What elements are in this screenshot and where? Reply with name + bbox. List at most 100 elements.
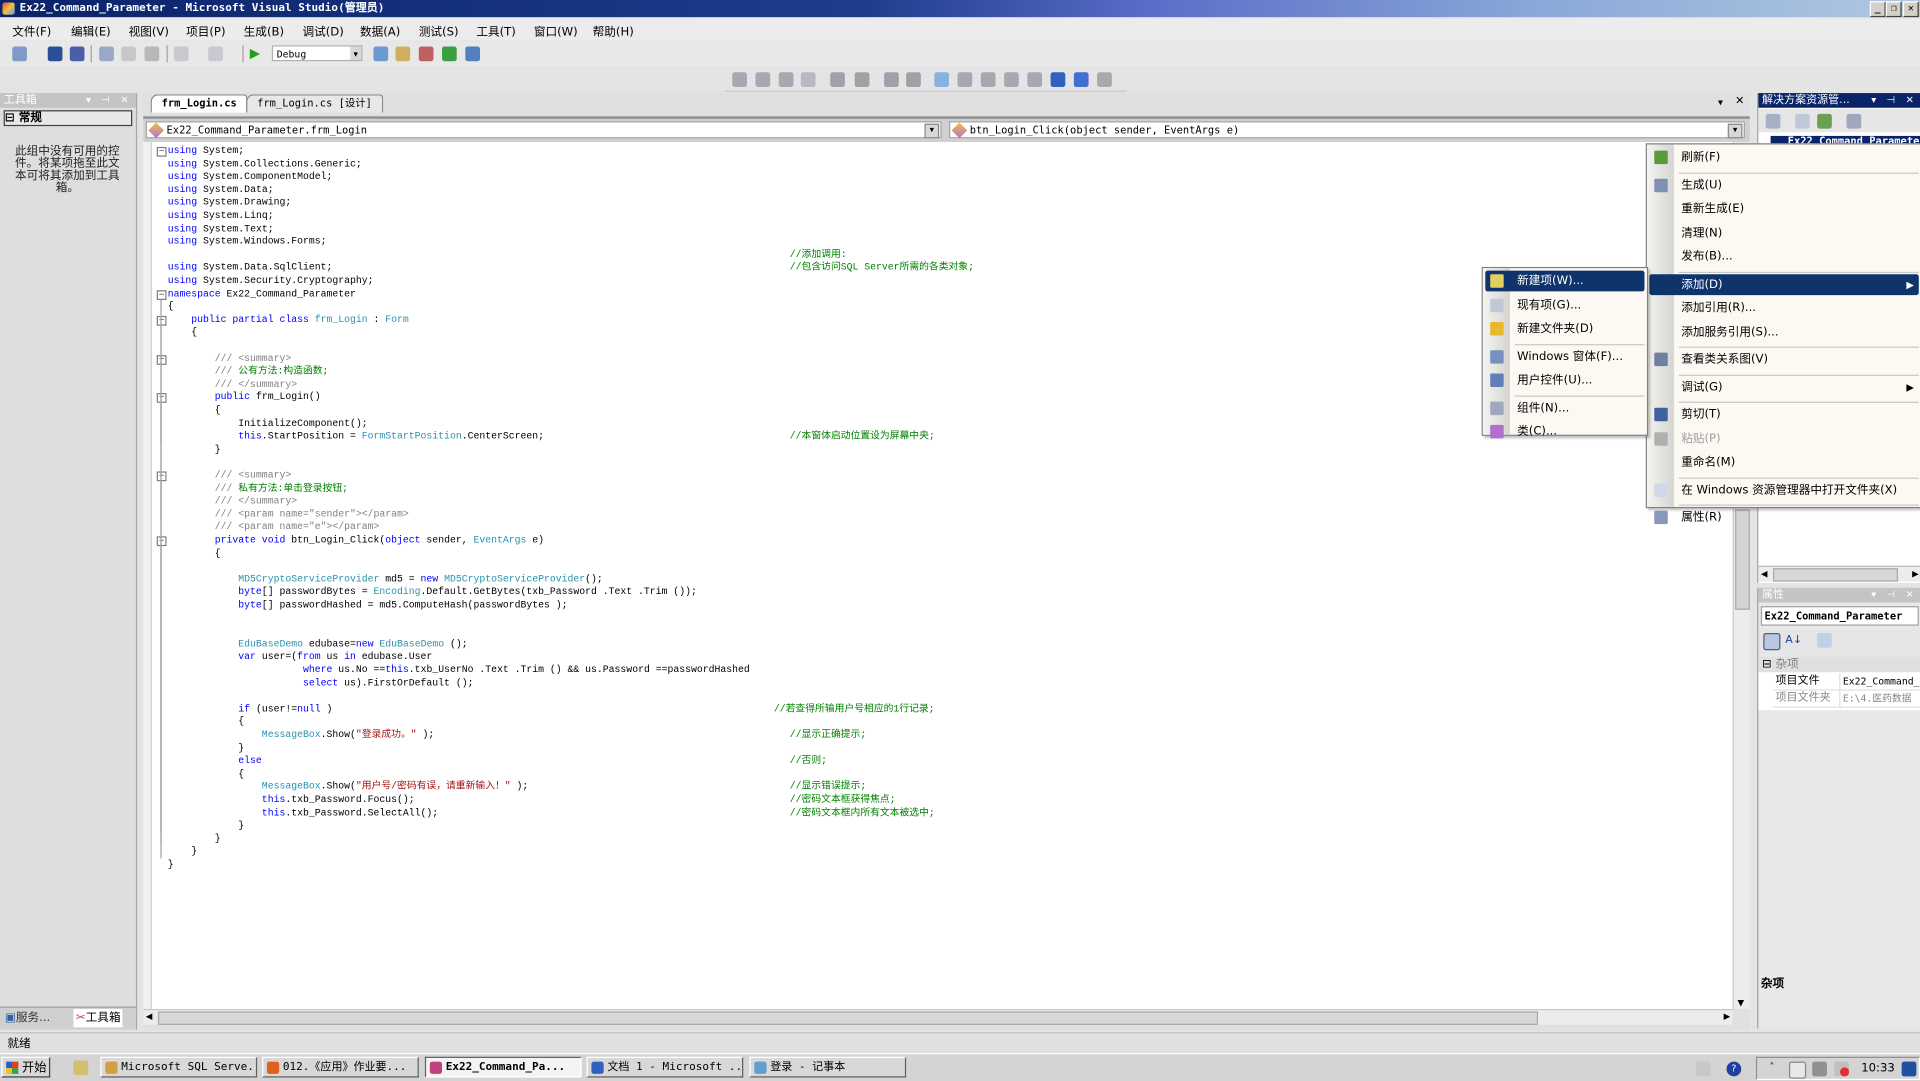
- menu-item[interactable]: 发布(B)...: [1649, 246, 1918, 267]
- show-desktop-icon[interactable]: [73, 1060, 89, 1076]
- categorized-icon[interactable]: [1763, 633, 1781, 651]
- copy-icon[interactable]: [121, 46, 136, 62]
- member-combo[interactable]: btn_Login_Click(object sender, EventArgs…: [948, 121, 1745, 139]
- menu-item[interactable]: 新建文件夹(D): [1485, 318, 1644, 339]
- properties-window-icon[interactable]: [395, 46, 411, 62]
- restore-button[interactable]: ❐: [1885, 1, 1902, 18]
- property-row[interactable]: 项目文件 Ex22_Command_Parameter.csproj: [1773, 673, 1920, 691]
- object-browser-icon[interactable]: [442, 46, 457, 62]
- outdent-icon[interactable]: [830, 72, 845, 87]
- menu-file[interactable]: 文件(F): [12, 22, 51, 39]
- horizontal-scroll-thumb[interactable]: [157, 1011, 1538, 1025]
- menu-item[interactable]: Windows 窗体(F)...: [1485, 346, 1644, 367]
- scroll-thumb[interactable]: [1773, 568, 1898, 582]
- menu-item[interactable]: 重新生成(E): [1649, 198, 1918, 219]
- start-button[interactable]: 开始: [1, 1056, 51, 1078]
- toolbox-icon[interactable]: [418, 46, 434, 62]
- member-list-icon[interactable]: [732, 72, 747, 87]
- taskbar-button[interactable]: 012.《应用》作业要...: [262, 1056, 419, 1078]
- menu-item[interactable]: 重命名(M): [1649, 452, 1918, 473]
- taskbar-button[interactable]: 文档 1 - Microsoft ...: [586, 1056, 744, 1078]
- paste-icon[interactable]: [144, 46, 160, 62]
- minimize-button[interactable]: _: [1869, 1, 1886, 18]
- complete-word-icon[interactable]: [800, 72, 816, 87]
- properties-icon[interactable]: [1765, 113, 1781, 129]
- tab-toolbox[interactable]: ✂工具箱: [73, 1008, 124, 1028]
- tab-frm-login-cs[interactable]: frm_Login.cs: [150, 94, 248, 113]
- solution-horizontal-scrollbar[interactable]: ◀ ▶: [1758, 565, 1920, 582]
- panel-controls-icon[interactable]: ▾ ⊣ ✕: [1871, 588, 1917, 603]
- previous-bookmark-folder-icon[interactable]: [1004, 72, 1019, 87]
- panel-controls-icon[interactable]: ▾ ⊣ ✕: [86, 93, 132, 108]
- next-bookmark-folder-icon[interactable]: [1027, 72, 1043, 87]
- undo-icon[interactable]: [173, 46, 189, 62]
- menu-debug[interactable]: 调试(D): [302, 22, 343, 39]
- menu-item[interactable]: 在 Windows 资源管理器中打开文件夹(X): [1649, 479, 1918, 500]
- scroll-right-icon[interactable]: ▶: [1724, 1011, 1731, 1021]
- previous-bookmark-document-icon[interactable]: [1050, 72, 1066, 87]
- clock[interactable]: 10:33: [1861, 1058, 1895, 1079]
- menu-item[interactable]: 新建项(W)...: [1485, 270, 1645, 292]
- show-all-files-icon[interactable]: [1795, 113, 1810, 129]
- scroll-down-icon[interactable]: ▼: [1738, 998, 1745, 1008]
- command-window-icon[interactable]: [465, 46, 481, 62]
- help-icon[interactable]: ?: [1726, 1061, 1742, 1077]
- menu-window[interactable]: 窗口(W): [534, 22, 578, 39]
- show-hidden-icons-icon[interactable]: ˄: [1769, 1062, 1784, 1077]
- previous-bookmark-icon[interactable]: [957, 72, 973, 87]
- collapse-icon[interactable]: ⊟: [1762, 656, 1772, 672]
- menu-item[interactable]: 用户控件(U)...: [1485, 370, 1644, 391]
- menu-item[interactable]: 查看类关系图(V): [1649, 349, 1918, 370]
- menu-item[interactable]: 属性(R): [1649, 507, 1918, 528]
- menu-item[interactable]: 类(C)...: [1485, 421, 1644, 442]
- active-files-dropdown-icon[interactable]: ▾: [1718, 97, 1723, 108]
- collapse-region-icon[interactable]: −: [156, 146, 167, 157]
- menu-item[interactable]: 刷新(F): [1649, 147, 1918, 168]
- panel-controls-icon[interactable]: ▾ ⊣ ✕: [1871, 93, 1917, 108]
- close-document-icon[interactable]: ✕: [1735, 96, 1744, 108]
- menu-project[interactable]: 项目(P): [186, 22, 225, 39]
- keyboard-icon[interactable]: [1695, 1061, 1711, 1077]
- property-category[interactable]: ⊟ 杂项: [1758, 656, 1920, 673]
- bookmark-icon[interactable]: [934, 72, 949, 87]
- menu-item[interactable]: 添加服务引用(S)...: [1649, 321, 1918, 342]
- menu-item[interactable]: 现有项(G)...: [1485, 294, 1644, 315]
- save-all-icon[interactable]: [69, 46, 85, 62]
- scroll-left-icon[interactable]: ◀: [146, 1011, 153, 1021]
- clear-bookmarks-icon[interactable]: [1097, 72, 1112, 87]
- view-class-diagram-icon[interactable]: [1846, 113, 1862, 129]
- menu-test[interactable]: 测试(S): [419, 22, 459, 39]
- refresh-icon[interactable]: [1817, 113, 1832, 129]
- quick-info-icon[interactable]: [778, 72, 794, 87]
- horizontal-scrollbar[interactable]: ◀ ▶: [143, 1008, 1733, 1025]
- show-desktop-corner-icon[interactable]: [1901, 1061, 1917, 1077]
- next-bookmark-icon[interactable]: [980, 72, 996, 87]
- type-combo[interactable]: Ex22_Command_Parameter.frm_Login ▼: [145, 121, 942, 139]
- find-in-files-icon[interactable]: [373, 46, 389, 62]
- menu-data[interactable]: 数据(A): [360, 22, 400, 39]
- comment-icon[interactable]: [884, 72, 899, 87]
- menu-item[interactable]: 添加引用(R)...: [1649, 298, 1918, 319]
- menu-help[interactable]: 帮助(H): [593, 22, 634, 39]
- network-icon[interactable]: [1812, 1061, 1827, 1077]
- collapse-region-icon[interactable]: −: [156, 289, 167, 300]
- menu-view[interactable]: 视图(V): [129, 22, 169, 39]
- menu-item[interactable]: 剪切(T): [1649, 404, 1918, 425]
- scroll-left-icon[interactable]: ◀: [1761, 569, 1768, 579]
- indent-icon[interactable]: [854, 72, 870, 87]
- scroll-right-icon[interactable]: ▶: [1912, 569, 1919, 579]
- start-debugging-icon[interactable]: ▶: [250, 46, 265, 62]
- property-row[interactable]: 项目文件夹 E:\4.医药数据: [1773, 690, 1920, 708]
- redo-icon[interactable]: [208, 46, 223, 62]
- action-center-flag-icon[interactable]: [1788, 1061, 1807, 1079]
- menu-item[interactable]: 生成(U): [1649, 174, 1918, 195]
- menu-tools[interactable]: 工具(T): [476, 22, 515, 39]
- toolbox-group-general[interactable]: ⊟ 常规: [3, 110, 133, 127]
- next-bookmark-document-icon[interactable]: [1073, 72, 1089, 87]
- menu-item[interactable]: 清理(N): [1649, 222, 1918, 243]
- tab-server-explorer[interactable]: ▣服务...: [2, 1009, 52, 1027]
- cut-icon[interactable]: [99, 46, 114, 62]
- menu-item[interactable]: 调试(G) ▶: [1649, 377, 1918, 398]
- uncomment-icon[interactable]: [906, 72, 921, 87]
- menu-edit[interactable]: 编辑(E): [71, 22, 111, 39]
